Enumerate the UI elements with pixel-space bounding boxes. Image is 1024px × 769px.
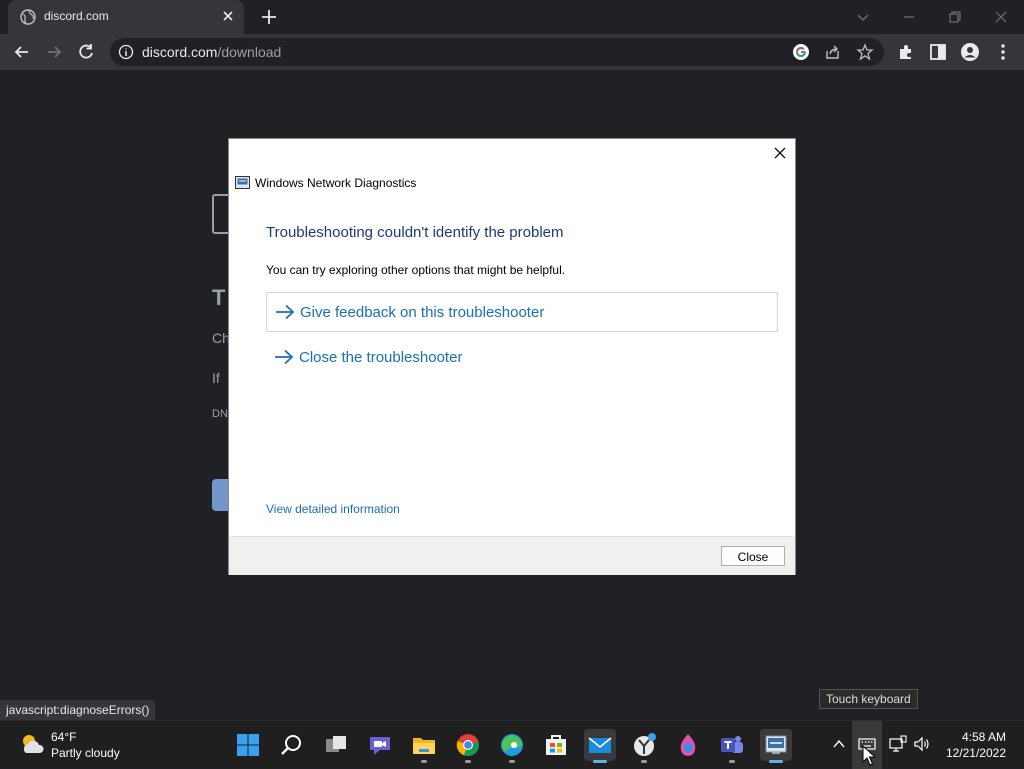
globe-icon	[20, 9, 36, 25]
side-panel-icon[interactable]	[928, 42, 948, 62]
running-indicator	[509, 760, 515, 763]
google-icon[interactable]	[792, 43, 810, 61]
url-text: discord.com/download	[142, 44, 282, 60]
close-window-icon[interactable]	[990, 6, 1012, 28]
minimize-icon[interactable]	[898, 6, 920, 28]
network-diagnostics-icon	[235, 176, 250, 189]
file-explorer-icon	[413, 738, 435, 754]
edge-button[interactable]	[496, 729, 528, 763]
task-view-button[interactable]	[320, 729, 352, 761]
paint-icon	[680, 734, 696, 756]
store-button[interactable]	[540, 729, 572, 761]
tab-title: discord.com	[44, 9, 109, 23]
back-icon[interactable]	[12, 42, 32, 62]
running-indicator	[641, 760, 647, 763]
network-diagnostics-taskbar-button[interactable]	[760, 729, 792, 763]
browser-toolbar: discord.com/download	[0, 34, 1024, 70]
chat-icon	[370, 737, 390, 755]
tab-discord[interactable]: discord.com	[8, 0, 244, 34]
view-detailed-information-link[interactable]: View detailed information	[266, 502, 400, 516]
network-diagnostics-dialog: Windows Network Diagnostics Troubleshoot…	[228, 138, 796, 575]
extensions-icon[interactable]	[896, 42, 916, 62]
network-diagnostics-icon	[765, 735, 787, 754]
mail-icon	[588, 737, 612, 753]
reload-icon[interactable]	[76, 42, 96, 62]
start-button[interactable]	[232, 729, 264, 761]
option-label: Give feedback on this troubleshooter	[300, 304, 545, 321]
mail-button[interactable]	[584, 729, 616, 763]
volume-icon[interactable]	[913, 735, 931, 753]
dialog-close-icon[interactable]	[771, 144, 789, 162]
arrow-right-icon	[275, 349, 294, 365]
site-info-icon[interactable]	[118, 44, 134, 60]
option-label: Close the troubleshooter	[299, 349, 463, 366]
running-indicator	[465, 760, 471, 763]
network-icon[interactable]	[889, 735, 907, 753]
edge-icon	[501, 734, 523, 756]
search-button[interactable]	[276, 729, 308, 761]
dialog-subtext: You can try exploring other options that…	[266, 263, 566, 277]
give-feedback-option[interactable]: Give feedback on this troubleshooter	[266, 292, 778, 332]
app-icon	[634, 733, 656, 756]
chevron-up-icon[interactable]	[830, 735, 848, 753]
new-tab-icon[interactable]	[260, 8, 278, 26]
dialog-title: Windows Network Diagnostics	[255, 176, 417, 190]
weather-temperature[interactable]: 64°F	[51, 730, 76, 744]
running-indicator	[729, 760, 735, 763]
chrome-button[interactable]	[452, 729, 484, 763]
forward-icon[interactable]	[44, 42, 64, 62]
start-icon	[237, 734, 259, 756]
system-clock[interactable]: 4:58 AM 12/21/2022	[946, 729, 1006, 761]
tab-strip: discord.com	[0, 0, 1024, 34]
close-troubleshooter-option[interactable]: Close the troubleshooter	[266, 338, 778, 378]
store-icon	[546, 735, 566, 755]
share-icon[interactable]	[824, 43, 842, 61]
running-indicator	[769, 760, 783, 763]
paint-button[interactable]	[672, 729, 704, 761]
dialog-footer: Close	[229, 536, 795, 575]
teams-button[interactable]	[716, 729, 748, 763]
arrow-right-icon	[276, 304, 295, 320]
close-tab-icon[interactable]	[220, 8, 236, 24]
teams-icon	[721, 736, 743, 753]
error-code-partial: DN	[212, 408, 228, 420]
address-bar[interactable]: discord.com/download	[110, 38, 884, 66]
link-status-bubble: javascript:diagnoseErrors()	[0, 700, 156, 720]
search-icon	[281, 735, 301, 755]
touch-keyboard-tooltip: Touch keyboard	[819, 689, 918, 709]
chat-button[interactable]	[364, 729, 396, 761]
close-button[interactable]: Close	[721, 546, 785, 566]
file-explorer-button[interactable]	[408, 729, 440, 763]
task-view-icon	[326, 736, 346, 752]
clock-time: 4:58 AM	[961, 730, 1006, 744]
more-menu-icon[interactable]	[993, 42, 1013, 62]
restore-icon[interactable]	[944, 6, 966, 28]
dialog-heading: Troubleshooting couldn't identify the pr…	[266, 224, 564, 241]
running-indicator	[421, 760, 427, 763]
mouse-cursor-icon	[862, 745, 876, 766]
chrome-icon	[456, 734, 479, 757]
clock-date: 12/21/2022	[945, 746, 1006, 760]
running-indicator	[593, 760, 607, 763]
chevron-down-icon[interactable]	[852, 6, 874, 28]
error-text-partial: If	[212, 370, 220, 386]
pinned-app-button[interactable]	[628, 729, 660, 763]
error-heading-partial: T	[212, 285, 226, 310]
partly-cloudy-icon[interactable]	[18, 731, 46, 757]
weather-condition[interactable]: Partly cloudy	[51, 746, 120, 760]
profile-icon[interactable]	[960, 42, 980, 62]
bookmark-star-icon[interactable]	[856, 43, 874, 61]
